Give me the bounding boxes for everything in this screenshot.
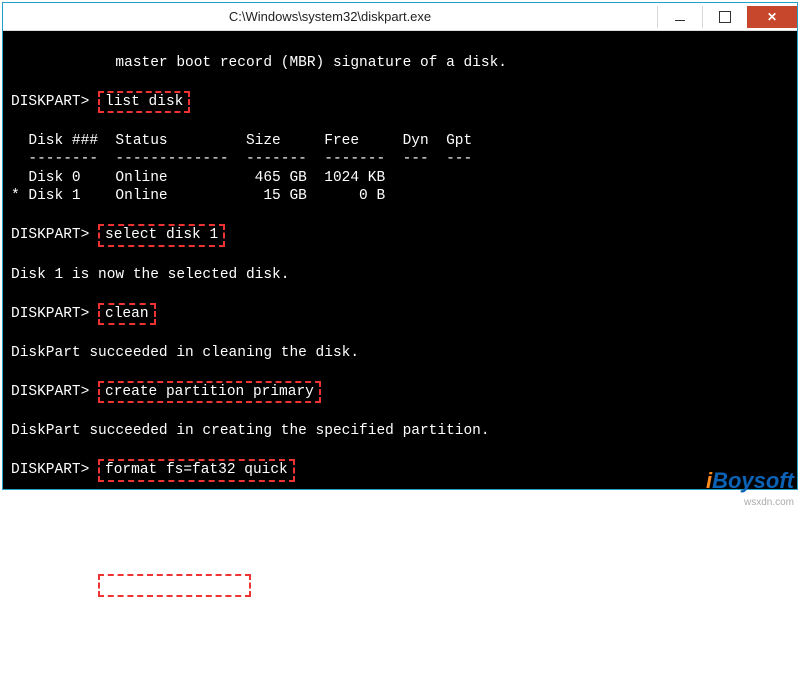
prompt: DISKPART>	[11, 306, 89, 322]
prompt: DISKPART>	[11, 577, 89, 593]
terminal-output[interactable]: master boot record (MBR) signature of a …	[3, 31, 797, 675]
msg-cleaned: DiskPart succeeded in cleaning the disk.	[11, 345, 359, 361]
prompt: DISKPART>	[11, 462, 89, 478]
msg-assigned: DiskPart successfully assigned the drive…	[11, 616, 559, 632]
msg-created: DiskPart succeeded in creating the speci…	[11, 423, 490, 439]
prompt: DISKPART>	[11, 635, 89, 651]
cmd-format: format fs=fat32 quick	[98, 459, 295, 482]
source-mark: wsxdn.com	[744, 497, 794, 508]
maximize-button[interactable]	[702, 6, 747, 28]
close-button[interactable]	[747, 6, 797, 28]
window-title: C:\Windows\system32\diskpart.exe	[3, 9, 657, 24]
cmd-assign: assign letter F:	[98, 574, 251, 597]
prompt: DISKPART>	[11, 94, 89, 110]
msg-formatted: DiskPart successfully formatted the volu…	[11, 538, 385, 554]
prompt: DISKPART>	[11, 384, 89, 400]
header-line: master boot record (MBR) signature of a …	[11, 55, 507, 71]
cmd-create-partition: create partition primary	[98, 381, 321, 404]
table-row: Disk 0 Online 465 GB 1024 KB	[11, 170, 385, 186]
table-row: * Disk 1 Online 15 GB 0 B	[11, 188, 385, 204]
msg-progress: 100 percent completed	[11, 501, 211, 517]
cmd-select-disk: select disk 1	[98, 224, 225, 247]
cmd-clean: clean	[98, 303, 156, 326]
cmd-list-disk: list disk	[98, 91, 190, 114]
brand-watermark: iBoysoft	[706, 468, 794, 494]
msg-selected: Disk 1 is now the selected disk.	[11, 267, 289, 283]
minimize-button[interactable]	[657, 6, 702, 28]
prompt: DISKPART>	[11, 227, 89, 243]
table-header: Disk ### Status Size Free Dyn Gpt	[11, 133, 472, 149]
diskpart-window: C:\Windows\system32\diskpart.exe master …	[2, 2, 798, 490]
titlebar: C:\Windows\system32\diskpart.exe	[3, 3, 797, 31]
table-divider: -------- ------------- ------- ------- -…	[11, 151, 472, 167]
